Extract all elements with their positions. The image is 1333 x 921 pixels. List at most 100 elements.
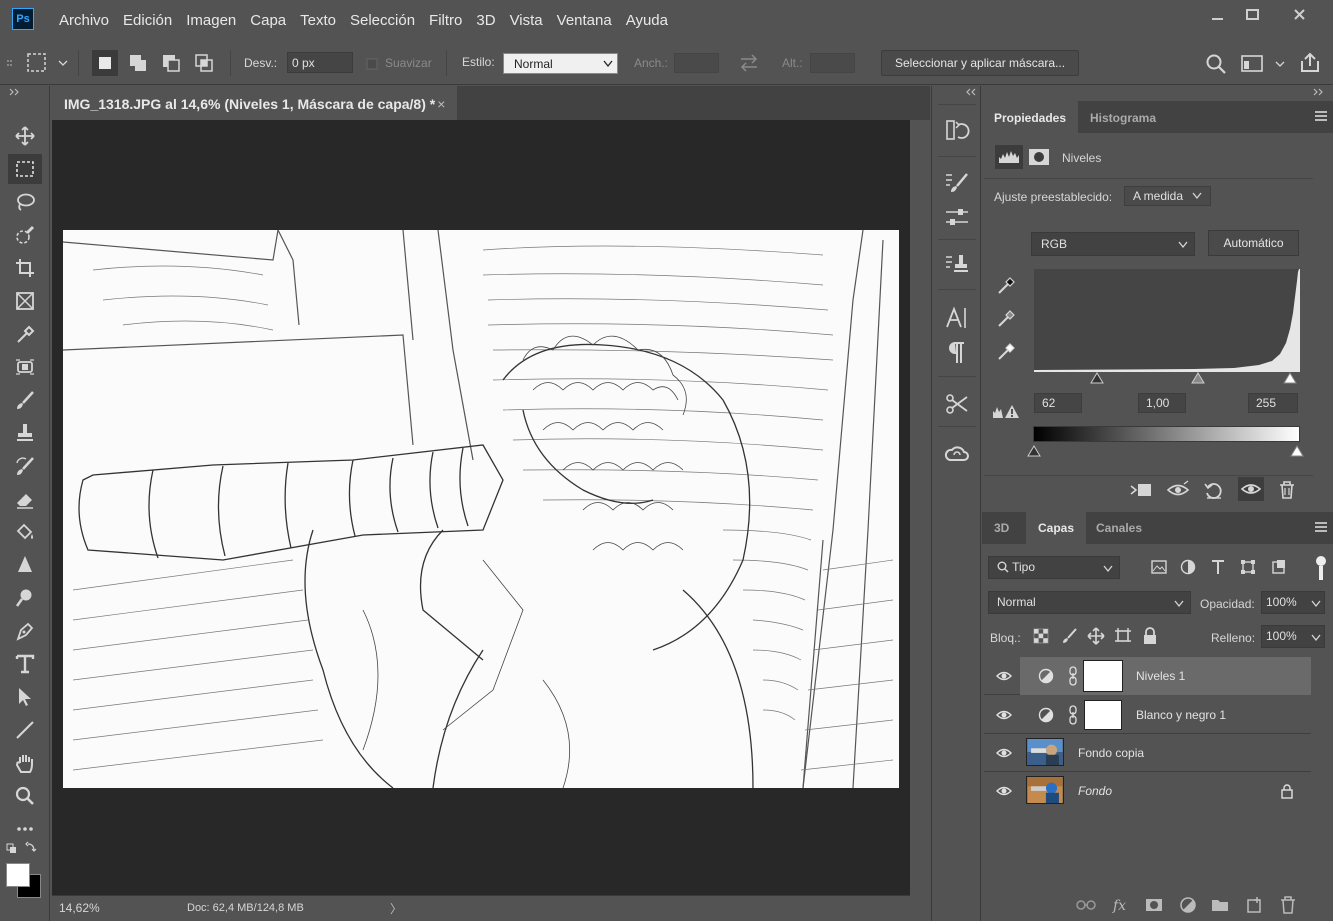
type-tool[interactable] <box>8 649 42 679</box>
filter-shape-icon[interactable] <box>1239 558 1257 576</box>
eyedropper-tool[interactable] <box>8 319 42 349</box>
clone-source-icon[interactable] <box>944 252 970 278</box>
opacity-field[interactable]: 100% <box>1261 591 1325 614</box>
filter-pixel-icon[interactable] <box>1150 558 1168 576</box>
paint-bucket-tool[interactable] <box>8 517 42 547</box>
brush-tool[interactable] <box>8 385 42 415</box>
layer-row[interactable]: Niveles 1 <box>984 657 1311 695</box>
width-input[interactable] <box>674 53 719 73</box>
foreground-color-swatch[interactable] <box>6 863 30 887</box>
blend-mode-select[interactable]: Normal <box>988 591 1191 614</box>
creative-cloud-icon[interactable] <box>944 441 970 467</box>
menu-imagen[interactable]: Imagen <box>179 12 243 29</box>
new-selection-icon[interactable] <box>92 50 118 76</box>
layer-row[interactable]: Blanco y negro 1 <box>984 696 1311 734</box>
status-menu-arrow[interactable]: 〉 <box>390 900 402 917</box>
input-black-field[interactable] <box>1034 393 1082 413</box>
layer-filter-select[interactable]: Tipo <box>988 556 1120 579</box>
pen-tool[interactable] <box>8 616 42 646</box>
character-icon[interactable] <box>944 305 970 331</box>
brush-presets-icon[interactable] <box>944 170 970 196</box>
swap-icon[interactable] <box>738 54 760 72</box>
search-icon[interactable] <box>1205 53 1227 75</box>
subtract-selection-icon[interactable] <box>158 50 184 76</box>
link-chain-icon[interactable] <box>1068 705 1078 725</box>
path-selection-tool[interactable] <box>8 682 42 712</box>
menu-archivo[interactable]: Archivo <box>52 12 116 29</box>
output-level-sliders[interactable] <box>1026 444 1306 458</box>
intersect-selection-icon[interactable] <box>191 50 217 76</box>
share-icon[interactable] <box>1298 51 1322 75</box>
tab-histograma[interactable]: Histograma <box>1078 101 1168 133</box>
canvas-scrollbar[interactable] <box>910 120 930 895</box>
crop-tool[interactable] <box>8 253 42 283</box>
collapse-arrows-icon[interactable] <box>965 88 979 96</box>
antialias-checkbox[interactable] <box>366 58 378 70</box>
panel-menu-icon[interactable] <box>1315 522 1327 532</box>
eye-icon[interactable] <box>996 746 1012 760</box>
auto-button[interactable]: Automático <box>1208 230 1299 256</box>
quick-selection-tool[interactable] <box>8 220 42 250</box>
tool-presets-icon[interactable] <box>944 391 970 417</box>
menu-ventana[interactable]: Ventana <box>550 12 619 29</box>
blur-tool[interactable] <box>8 550 42 580</box>
collapse-arrows-icon[interactable] <box>8 88 22 96</box>
canvas-area[interactable] <box>52 120 910 895</box>
link-chain-icon[interactable] <box>1068 666 1078 686</box>
visibility-toggle[interactable] <box>1238 477 1264 501</box>
layer-mask-thumbnail[interactable] <box>1083 660 1123 692</box>
minimize-icon[interactable] <box>1210 12 1226 24</box>
new-group-icon[interactable] <box>1210 895 1230 915</box>
filter-toggle[interactable] <box>1316 556 1326 566</box>
eye-icon[interactable] <box>996 669 1012 683</box>
add-selection-icon[interactable] <box>125 50 151 76</box>
add-mask-icon[interactable] <box>1144 895 1164 915</box>
filter-type-icon[interactable] <box>1209 558 1227 576</box>
tab-propiedades[interactable]: Propiedades <box>982 101 1079 133</box>
layer-row[interactable]: Fondo copia <box>984 734 1311 772</box>
menu-ayuda[interactable]: Ayuda <box>619 12 675 29</box>
white-point-eyedropper-icon[interactable] <box>996 340 1018 362</box>
line-tool[interactable] <box>8 715 42 745</box>
maximize-icon[interactable] <box>1245 8 1261 22</box>
move-tool[interactable] <box>8 121 42 151</box>
layer-mask-thumbnail[interactable] <box>1084 700 1122 730</box>
close-window-icon[interactable] <box>1292 7 1308 23</box>
lasso-tool[interactable] <box>8 187 42 217</box>
clone-stamp-tool[interactable] <box>8 418 42 448</box>
select-and-mask-button[interactable]: Seleccionar y aplicar máscara... <box>881 50 1080 76</box>
tab-capas[interactable]: Capas <box>1026 512 1087 544</box>
history-brush-tool[interactable] <box>8 451 42 481</box>
lock-all-icon[interactable] <box>1142 627 1158 645</box>
zoom-level[interactable]: 14,62% <box>59 901 100 915</box>
eye-icon[interactable] <box>996 708 1012 722</box>
new-adjustment-icon[interactable] <box>1178 895 1198 915</box>
rect-marquee-tool[interactable] <box>8 154 42 184</box>
paragraph-icon[interactable] <box>944 340 970 366</box>
menu-3d[interactable]: 3D <box>469 12 502 29</box>
more-tools-button[interactable] <box>8 814 42 844</box>
menu-seleccion[interactable]: Selección <box>343 12 422 29</box>
height-input[interactable] <box>810 53 855 73</box>
gray-point-eyedropper-icon[interactable] <box>996 307 1018 329</box>
view-previous-state-icon[interactable] <box>1166 479 1192 501</box>
fill-field[interactable]: 100% <box>1261 625 1325 648</box>
document-tab[interactable]: IMG_1318.JPG al 14,6% (Niveles 1, Máscar… <box>52 86 458 120</box>
trash-icon[interactable] <box>1276 479 1298 501</box>
frame-tool[interactable] <box>8 286 42 316</box>
spot-healing-tool[interactable] <box>8 352 42 382</box>
layer-row[interactable]: Fondo <box>984 772 1311 810</box>
lock-position-icon[interactable] <box>1087 627 1105 645</box>
input-white-field[interactable] <box>1248 393 1298 413</box>
feather-input[interactable] <box>287 52 353 73</box>
input-level-sliders[interactable] <box>1090 371 1300 385</box>
input-gamma-field[interactable] <box>1138 393 1186 413</box>
hand-tool[interactable] <box>8 748 42 778</box>
channel-select[interactable]: RGB <box>1031 232 1195 256</box>
tab-3d[interactable]: 3D <box>982 512 1021 544</box>
delete-layer-icon[interactable] <box>1278 895 1298 915</box>
menu-texto[interactable]: Texto <box>293 12 343 29</box>
close-tab-icon[interactable]: × <box>437 96 445 112</box>
tab-canales[interactable]: Canales <box>1084 512 1154 544</box>
layer-thumbnail[interactable] <box>1026 776 1064 804</box>
